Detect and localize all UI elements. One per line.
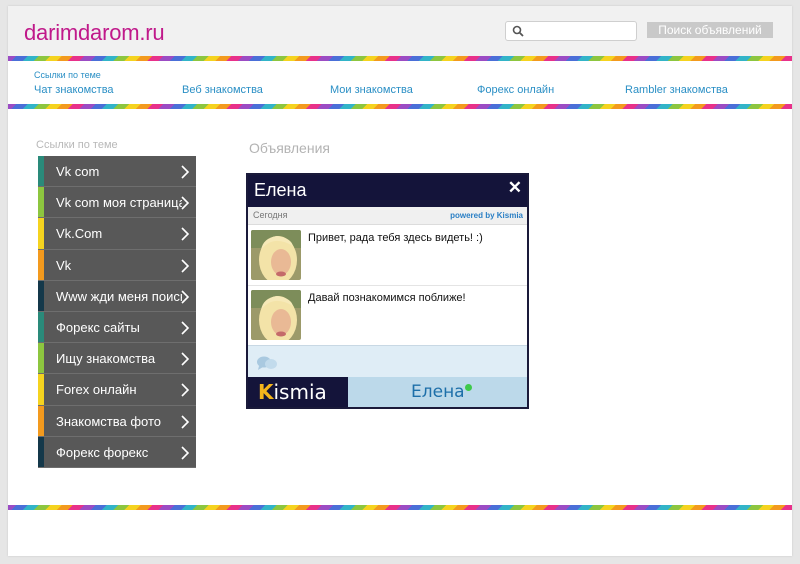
topnav-link-my[interactable]: Мои знакомства [330,84,413,96]
chat-contact-tab[interactable]: Елена [348,377,527,407]
chevron-right-icon [181,321,190,335]
sidebar-item-color-bar [38,280,44,311]
sidebar: Vk com Vk com моя страница Vk.Com Vk Www жди… [38,156,196,468]
sidebar-item-color-bar [38,374,44,405]
chevron-right-icon [181,446,190,460]
site-logo[interactable]: darimdarom.ru [24,20,165,46]
chat-subheader: Сегодня powered by Kismia [248,207,527,225]
sidebar-item-label: Vk.Com [56,226,103,242]
sidebar-item[interactable]: Www жди меня поиск [38,280,196,312]
powered-by-link[interactable]: powered by Kismia [450,211,523,220]
avatar [251,230,301,280]
sidebar-item[interactable]: Ищу знакомства [38,343,196,375]
chevron-right-icon [181,352,190,366]
online-status-icon [465,384,472,391]
ads-title: Объявления [249,140,330,156]
sidebar-item-label: Forex онлайн [56,382,137,398]
avatar [251,290,301,340]
sidebar-item[interactable]: Форекс сайты [38,311,196,344]
sidebar-item-color-bar [38,249,44,280]
chat-date-label: Сегодня [253,210,288,220]
sidebar-item[interactable]: Vk.Com [38,218,196,250]
chat-message: Давай познакомимся поближе! [248,286,527,346]
sidebar-item-label: Форекс сайты [56,319,140,335]
sidebar-item-label: Vk [56,257,72,273]
chevron-right-icon [181,414,190,429]
topnav-link-forex[interactable]: Форекс онлайн [477,84,554,96]
kismia-logo-text: ismia [273,380,327,404]
chat-widget: Елена ✕ Сегодня powered by Kismia Привет… [246,173,529,409]
search-box[interactable] [505,21,637,41]
chat-message: Привет, рада тебя здесь видеть! :) [248,226,527,286]
topnav-link-web[interactable]: Веб знакомства [182,84,263,96]
sidebar-item[interactable]: Знакомства фото [38,405,196,437]
sidebar-item-label: Форекс форекс [56,444,149,460]
chevron-right-icon [181,227,190,241]
sidebar-item[interactable]: Forex онлайн [38,374,196,406]
footer-stripe-divider [8,505,792,510]
chat-message-text: Привет, рада тебя здесь видеть! :) [308,232,483,244]
chat-contact-tab-name: Елена [411,382,465,402]
sidebar-item[interactable]: Vk com моя страница [38,187,196,219]
sidebar-item[interactable]: Vk com [38,156,196,188]
sidebar-item-label: Знакомства фото [56,413,161,429]
sidebar-item-color-bar [38,436,44,467]
sidebar-item-color-bar [38,156,44,187]
nav-stripe-divider [8,104,792,109]
search-icon [512,25,524,37]
topnav: Чат знакомства Веб знакомства Мои знаком… [34,84,774,100]
kismia-logo-initial: K [258,380,274,404]
header: darimdarom.ru Поиск объявлений [8,6,792,56]
sidebar-item-label: Ищу знакомства [56,351,156,367]
chevron-right-icon [181,196,190,210]
chevron-right-icon [181,290,190,304]
sidebar-item-label: Vk com [56,164,100,179]
sidebar-item-label: Vk com моя страница [56,195,182,211]
sidebar-item[interactable]: Форекс форекс [38,436,196,468]
chevron-right-icon [181,165,190,179]
sidebar-item-label: Www жди меня поиск [56,288,182,304]
chevron-right-icon [181,258,190,273]
page: darimdarom.ru Поиск объявлений Ссылки по… [8,6,792,556]
sidebar-item-color-bar [38,343,44,374]
chat-header: Елена ✕ [248,175,527,207]
topnav-caption: Ссылки по теме [34,70,101,80]
sidebar-item-color-bar [38,311,44,343]
sidebar-item-color-bar [38,405,44,436]
sidebar-caption: Ссылки по теме [36,139,118,151]
sidebar-item[interactable]: Vk [38,249,196,281]
topnav-link-rambler[interactable]: Rambler знакомства [625,84,728,96]
chevron-right-icon [181,383,190,397]
chat-bubble-icon [257,356,277,370]
top-stripe-divider [8,56,792,61]
close-icon[interactable]: ✕ [508,178,522,198]
search-input[interactable] [528,23,632,39]
search-button[interactable]: Поиск объявлений [647,22,773,38]
chat-input-area[interactable] [248,345,527,377]
chat-message-text: Давай познакомимся поближе! [308,292,466,304]
sidebar-item-color-bar [38,187,44,218]
topnav-link-chat[interactable]: Чат знакомства [34,84,114,96]
chat-footer: Kismia Елена [248,377,527,407]
sidebar-item-color-bar [38,218,44,249]
chat-contact-name: Елена [254,180,307,200]
kismia-logo[interactable]: Kismia [248,377,348,407]
